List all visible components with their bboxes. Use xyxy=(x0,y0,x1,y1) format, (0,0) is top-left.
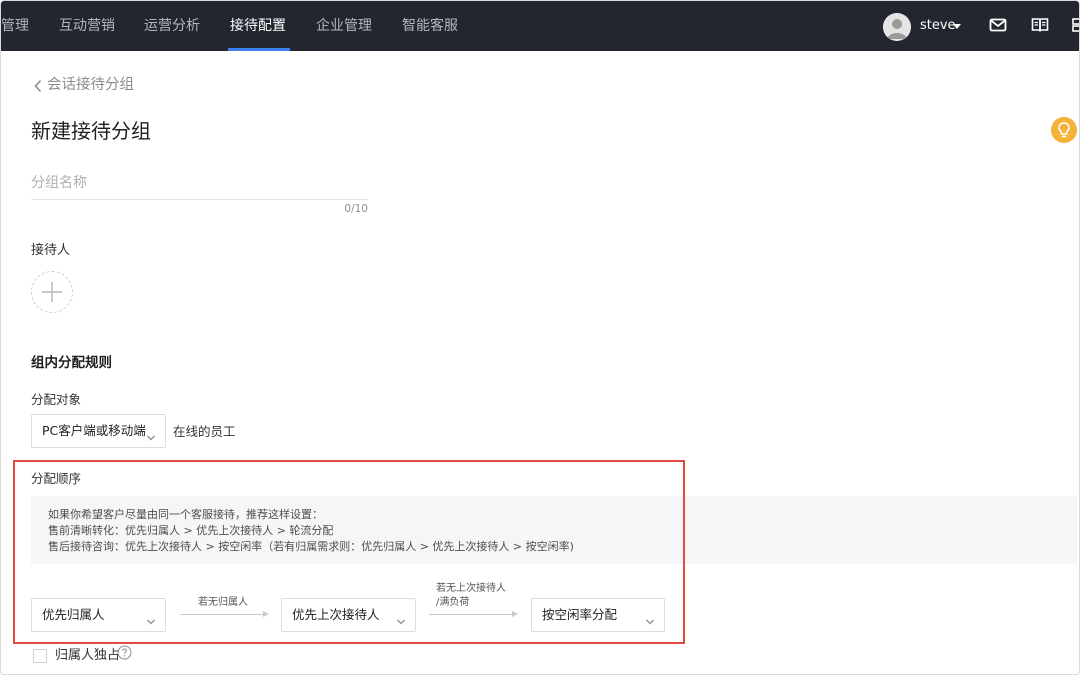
exclusive-label: 归属人独占 xyxy=(55,648,121,663)
nav-item-operations-analysis[interactable]: 运营分析 xyxy=(144,1,200,51)
arrow-2-label-line-1: 若无上次接待人 xyxy=(436,583,506,594)
nav-item-enterprise-manage[interactable]: 企业管理 xyxy=(316,1,372,51)
arrow-right-icon xyxy=(263,611,269,617)
target-select[interactable]: PC客户端或移动端 xyxy=(31,414,166,448)
chevron-left-icon[interactable] xyxy=(33,78,45,93)
group-name-input[interactable] xyxy=(31,167,368,200)
user-menu-name[interactable]: steve xyxy=(920,1,956,51)
tip-line-2: 售前清晰转化：优先归属人 > 优先上次接待人 > 轮流分配 xyxy=(48,524,334,537)
nav-item-manage[interactable]: 管理 xyxy=(1,1,29,51)
lightbulb-icon[interactable] xyxy=(1051,117,1077,143)
active-tab-indicator xyxy=(228,48,290,51)
order-step-3-value: 按空闲率分配 xyxy=(542,607,618,622)
app-window: 管理 互动营销 运营分析 接待配置 企业管理 智能客服 steve 会话接待分组… xyxy=(0,0,1080,675)
chevron-down-icon xyxy=(645,611,655,625)
tip-line-1: 如果你希望客户尽量由同一个客服接待，推荐这样设置： xyxy=(48,508,323,521)
receptionist-label: 接待人 xyxy=(31,243,71,258)
target-suffix-text: 在线的员工 xyxy=(173,424,236,439)
tip-line-3: 售后接待咨询：优先上次接待人 > 按空闲率（若有归属需求则：优先归属人 > 优先… xyxy=(48,540,574,553)
user-avatar-icon[interactable] xyxy=(883,13,911,41)
chevron-down-icon xyxy=(146,611,156,625)
order-step-2-value: 优先上次接待人 xyxy=(292,607,380,622)
nav-item-smart-service[interactable]: 智能客服 xyxy=(402,1,458,51)
order-step-3-select[interactable]: 按空闲率分配 xyxy=(531,598,665,632)
arrow-2-line xyxy=(429,614,513,615)
arrow-1-label: 若无归属人 xyxy=(198,597,248,608)
target-select-value: PC客户端或移动端 xyxy=(42,423,146,438)
breadcrumb-back-link[interactable]: 会话接待分组 xyxy=(47,74,134,96)
arrow-right-icon xyxy=(512,611,518,617)
question-icon[interactable] xyxy=(117,645,132,660)
target-label: 分配对象 xyxy=(31,392,82,407)
char-counter: 0/10 xyxy=(344,203,368,215)
top-nav-bar: 管理 互动营销 运营分析 接待配置 企业管理 智能客服 steve xyxy=(1,1,1079,51)
chevron-down-icon xyxy=(396,611,406,625)
order-step-1-select[interactable]: 优先归属人 xyxy=(31,598,166,632)
order-step-1-value: 优先归属人 xyxy=(42,607,105,622)
add-receptionist-button[interactable] xyxy=(31,271,73,313)
page-title: 新建接待分组 xyxy=(31,119,151,143)
book-icon[interactable] xyxy=(1031,16,1051,36)
exclusive-checkbox[interactable] xyxy=(33,649,47,663)
grid-icon[interactable] xyxy=(1072,16,1079,36)
mail-icon[interactable] xyxy=(989,16,1009,36)
caret-down-icon[interactable] xyxy=(953,24,961,29)
arrow-1-line xyxy=(180,614,264,615)
nav-item-interactive-marketing[interactable]: 互动营销 xyxy=(59,1,115,51)
order-step-2-select[interactable]: 优先上次接待人 xyxy=(281,598,416,632)
order-label: 分配顺序 xyxy=(31,471,82,486)
chevron-down-icon xyxy=(146,427,156,441)
rules-section-title: 组内分配规则 xyxy=(31,355,112,371)
nav-item-reception-config[interactable]: 接待配置 xyxy=(230,1,286,51)
arrow-2-label-line-2: /满负荷 xyxy=(436,597,470,608)
